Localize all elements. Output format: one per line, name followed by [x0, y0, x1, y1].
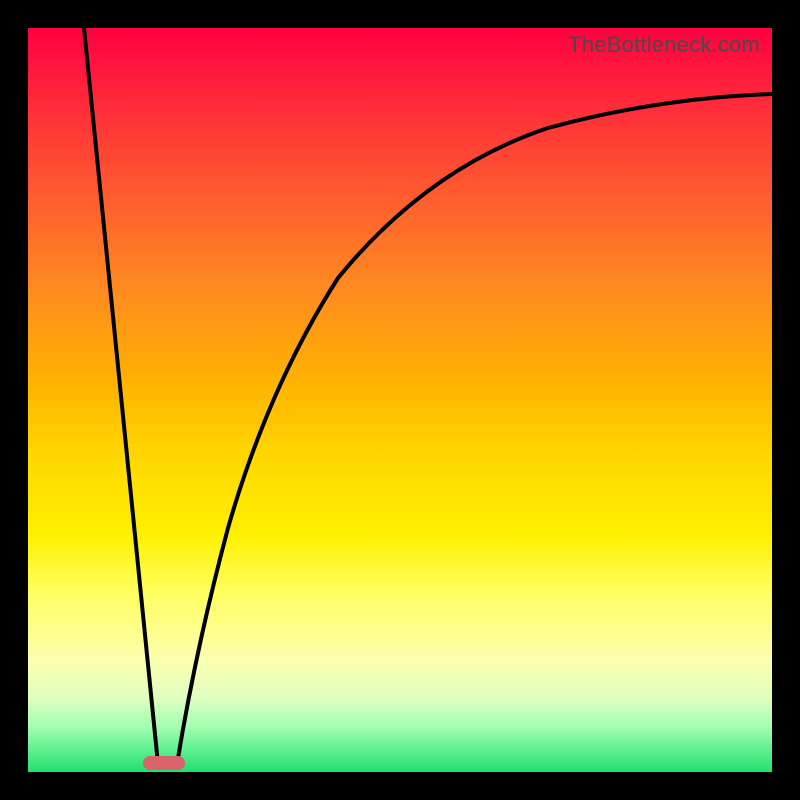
bottleneck-marker: [143, 756, 185, 770]
chart-frame: TheBottleneck.com: [0, 0, 800, 800]
curve-right-branch: [177, 94, 772, 764]
plot-area: TheBottleneck.com: [28, 28, 772, 772]
curve-left-branch: [84, 28, 158, 764]
curve-layer: [28, 28, 772, 772]
